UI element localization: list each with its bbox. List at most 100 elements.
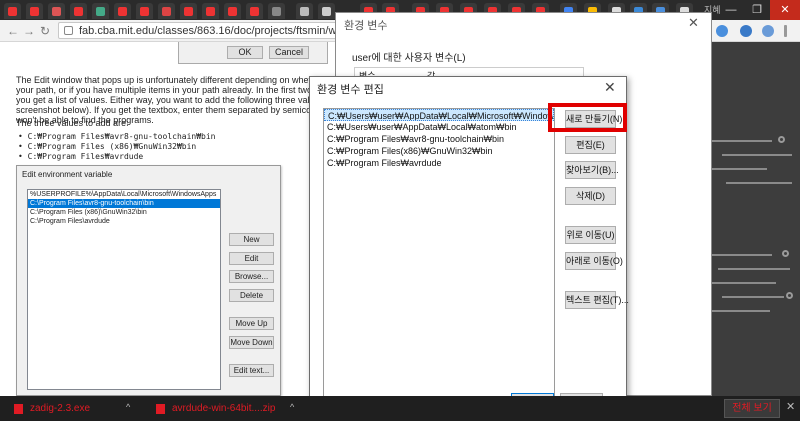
tab-favicon-icon — [52, 7, 61, 16]
tab-favicon-icon — [228, 7, 237, 16]
browser-tab[interactable] — [158, 3, 175, 19]
list-item: C:₩Program Files₩avr8-gnu-toolchain₩bin — [18, 132, 216, 142]
list-item: C:₩Program Files₩avrdude — [18, 152, 215, 162]
pcb-trace — [712, 140, 772, 142]
browser-tab[interactable] — [136, 3, 153, 19]
chevron-up-icon[interactable]: ^ — [290, 402, 294, 412]
move-up-button-image: Move Up — [229, 317, 274, 330]
user-variables-label: user에 대한 사용자 변수(L) — [352, 53, 466, 64]
close-icon[interactable]: ✕ — [786, 400, 795, 413]
extension-icon[interactable] — [740, 25, 752, 37]
menu-icon[interactable] — [784, 25, 787, 37]
pcb-trace — [712, 254, 772, 256]
tab-favicon-icon — [8, 7, 17, 16]
close-icon[interactable]: ✕ — [604, 79, 616, 96]
edit-button[interactable]: 편집(E) — [565, 136, 616, 154]
close-icon[interactable]: ✕ — [688, 15, 699, 31]
close-window-icon[interactable]: ✕ — [770, 0, 800, 20]
address-bar[interactable]: fab.cba.mit.edu/classes/863.16/doc/proje… — [58, 22, 378, 39]
tab-favicon-icon — [140, 7, 149, 16]
download-item[interactable]: avrdude-win-64bit....zip ^ — [156, 396, 296, 421]
path-list-image: %USERPROFILE%\AppData\Local\Microsoft\Wi… — [27, 189, 221, 390]
url-text: fab.cba.mit.edu/classes/863.16/doc/proje… — [79, 25, 374, 37]
back-icon[interactable]: ← — [6, 24, 20, 38]
list-item[interactable]: C:₩Program Files₩avr8-gnu-toolchain₩bin — [324, 133, 554, 145]
maximize-icon[interactable]: ❐ — [742, 0, 772, 20]
tab-favicon-icon — [272, 7, 281, 16]
browse-button[interactable]: 찾아보기(B)... — [565, 161, 619, 179]
move-up-button[interactable]: 위로 이동(U) — [565, 226, 616, 244]
ok-button-image: OK — [227, 46, 263, 59]
tab-favicon-icon — [30, 7, 39, 16]
paragraph-line: you get a list of values. Either way, yo… — [16, 95, 316, 105]
new-button-image: New — [229, 233, 274, 246]
tab-favicon-icon — [184, 7, 193, 16]
list-item: C:\Program Files\avr8-gnu-toolchain\bin — [28, 199, 220, 208]
download-bar: zadig-2.3.exe ^ avrdude-win-64bit....zip… — [0, 396, 800, 421]
list-item[interactable]: C:₩Users₩user₩AppData₩Local₩Microsoft₩Wi… — [324, 109, 554, 121]
list-item: C:\Program Files\avrdude — [30, 218, 110, 225]
show-all-button[interactable]: 전체 보기 — [724, 399, 780, 418]
pcb-background — [712, 42, 800, 396]
page-info-icon[interactable] — [64, 26, 73, 35]
delete-button[interactable]: 삭제(D) — [565, 187, 616, 205]
tab-favicon-icon — [96, 7, 105, 16]
file-icon — [14, 404, 23, 414]
browser-tab[interactable] — [92, 3, 109, 19]
download-item[interactable]: zadig-2.3.exe ^ — [14, 396, 134, 421]
browser-tab[interactable] — [224, 3, 241, 19]
list-item: %USERPROFILE%\AppData\Local\Microsoft\Wi… — [30, 191, 217, 198]
browser-tab[interactable] — [246, 3, 263, 19]
pcb-pad — [778, 136, 785, 143]
browser-tab[interactable] — [114, 3, 131, 19]
pcb-trace — [712, 310, 770, 312]
paragraph-line: The Edit window that pops up is unfortun… — [16, 75, 316, 85]
list-item[interactable]: C:₩Program Files₩avrdude — [324, 157, 554, 169]
chevron-up-icon[interactable]: ^ — [126, 402, 130, 412]
browser-tab[interactable] — [268, 3, 285, 19]
window-title: Edit environment variable — [22, 170, 113, 179]
edit-button-image: Edit — [229, 252, 274, 265]
pcb-trace — [722, 296, 784, 298]
browser-tab[interactable] — [70, 3, 87, 19]
path-entries-list[interactable]: C:₩Users₩user₩AppData₩Local₩Microsoft₩Wi… — [323, 108, 555, 400]
tab-favicon-icon — [300, 7, 309, 16]
highlight-box — [548, 103, 627, 132]
browser-tab[interactable] — [296, 3, 313, 19]
move-down-button[interactable]: 아래로 이동(O) — [565, 252, 623, 270]
pcb-trace — [712, 282, 776, 284]
paragraph-line: screenshot below). If you get the textbo… — [16, 105, 316, 115]
extension-icon[interactable] — [762, 25, 774, 37]
pcb-pad — [782, 250, 789, 257]
download-filename: avrdude-win-64bit....zip — [172, 403, 276, 414]
extension-icon[interactable] — [716, 25, 728, 37]
values-list: C:₩Program Files₩avr8-gnu-toolchain₩bin … — [18, 132, 216, 162]
reload-icon[interactable]: ↻ — [38, 24, 52, 38]
list-item[interactable]: C:₩Users₩user₩AppData₩Local₩atom₩bin — [324, 121, 554, 133]
dialog-title: 환경 변수 편집 — [317, 84, 384, 96]
tab-favicon-icon — [162, 7, 171, 16]
delete-button-image: Delete — [229, 289, 274, 302]
list-item: C:\Program Files (x86)\GnuWin32\bin — [30, 209, 147, 216]
file-icon — [156, 404, 165, 414]
forward-icon[interactable]: → — [22, 24, 36, 38]
pcb-pad — [786, 292, 793, 299]
pcb-trace — [718, 268, 790, 270]
env-variable-screenshot: Edit environment variable %USERPROFILE%\… — [16, 165, 281, 396]
browse-button-image: Browse... — [229, 270, 274, 283]
download-filename: zadig-2.3.exe — [30, 403, 91, 414]
paragraph-line: your path, or if you have multiple items… — [16, 85, 316, 95]
pcb-trace — [712, 168, 767, 170]
browser-tab[interactable] — [180, 3, 197, 19]
list-item[interactable]: C:₩Program Files(x86)₩GnuWin32₩bin — [324, 145, 554, 157]
browser-tab[interactable] — [26, 3, 43, 19]
tab-favicon-icon — [74, 7, 83, 16]
browser-tab[interactable] — [202, 3, 219, 19]
edit-text-button-image: Edit text... — [229, 364, 274, 377]
browser-tab[interactable] — [48, 3, 65, 19]
tab-favicon-icon — [322, 7, 331, 16]
browser-tab[interactable] — [4, 3, 21, 19]
list-item: C:₩Program Files (x86)₩GnuWin32₩bin — [18, 142, 215, 152]
edit-text-button[interactable]: 텍스트 편집(T)... — [565, 291, 629, 309]
browser-tab[interactable] — [318, 3, 335, 19]
